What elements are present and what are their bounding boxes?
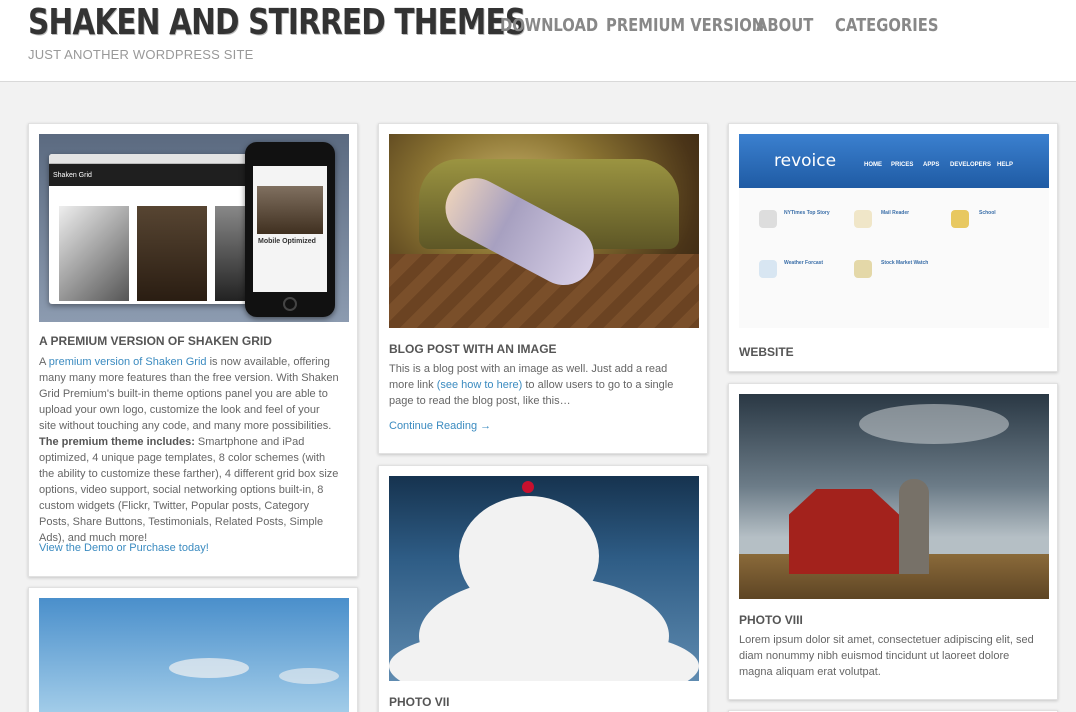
post-excerpt: This is a blog post with an image as wel…	[389, 361, 689, 409]
revoice-app-item: Mail Reader	[881, 210, 910, 216]
nav-download[interactable]: DOWNLOAD	[500, 15, 598, 36]
post-card-photo-viii: PHOTO VIII Lorem ipsum dolor sit amet, c…	[728, 383, 1058, 700]
post-image-sky[interactable]	[39, 598, 349, 712]
post-title[interactable]: PHOTO VIII	[739, 613, 803, 627]
post-title[interactable]: WEBSITE	[739, 345, 794, 359]
phone-caption: Mobile Optimized	[258, 238, 316, 245]
see-how-link[interactable]: (see how to here)	[437, 379, 523, 391]
nav-premium-version[interactable]: PREMIUM VERSION	[606, 15, 764, 36]
nav-about[interactable]: ABOUT	[756, 15, 813, 36]
revoice-logo: revoice	[774, 151, 837, 171]
post-card-photo-vii: PHOTO VII	[378, 465, 708, 712]
desktop-mockup: Shaken Grid	[49, 154, 259, 304]
mockup-window-title: Shaken Grid	[53, 172, 92, 179]
intro-text: A	[39, 356, 49, 368]
post-image-cloud[interactable]	[389, 476, 699, 681]
post-image-woman[interactable]	[389, 134, 699, 328]
site-tagline: JUST ANOTHER WORDPRESS SITE	[28, 47, 254, 62]
revoice-nav-developers: DEVELOPERS	[950, 162, 992, 168]
nav-categories[interactable]: CATEGORIES	[835, 15, 938, 36]
post-card-image: BLOG POST WITH AN IMAGE This is a blog p…	[378, 123, 708, 454]
site-header: SHAKEN AND STIRRED THEMES JUST ANOTHER W…	[0, 0, 1076, 82]
premium-mockup-image[interactable]: Shaken Grid Mobile Optimized	[39, 134, 349, 322]
revoice-nav-apps: APPS	[923, 162, 940, 168]
revoice-nav-prices: PRICES	[891, 162, 914, 168]
post-title[interactable]: PHOTO VII	[389, 695, 449, 709]
revoice-app-item: Stock Market Watch	[881, 260, 929, 266]
post-title[interactable]: A PREMIUM VERSION OF SHAKEN GRID	[39, 334, 272, 348]
phone-home-button-icon	[283, 297, 297, 311]
post-card-sky	[28, 587, 358, 712]
website-screenshot-image[interactable]: revoice HOME PRICES APPS DEVELOPERS HELP…	[739, 134, 1049, 328]
view-demo-link[interactable]: View the Demo or Purchase today!	[39, 540, 339, 556]
revoice-app-item: Weather Forcast	[784, 260, 824, 266]
phone-mockup: Mobile Optimized	[245, 142, 335, 317]
body-text-2: Smartphone and iPad optimized, 4 unique …	[39, 436, 339, 544]
revoice-app-item: School	[979, 210, 996, 216]
post-title[interactable]: BLOG POST WITH AN IMAGE	[389, 342, 557, 356]
revoice-nav-home: HOME	[864, 162, 882, 168]
continue-reading-link[interactable]: Continue Reading →	[389, 418, 689, 434]
post-card-website: revoice HOME PRICES APPS DEVELOPERS HELP…	[728, 123, 1058, 372]
revoice-app-item: NYTimes Top Story	[784, 210, 830, 216]
post-image-barn[interactable]	[739, 394, 1049, 599]
post-card-premium: Shaken Grid Mobile Optimized A PREMIUM V…	[28, 123, 358, 577]
site-title[interactable]: SHAKEN AND STIRRED THEMES	[28, 2, 526, 43]
premium-version-link[interactable]: premium version of Shaken Grid	[49, 356, 207, 368]
post-excerpt: A premium version of Shaken Grid is now …	[39, 354, 339, 546]
includes-label: The premium theme includes:	[39, 436, 195, 448]
post-excerpt: Lorem ipsum dolor sit amet, consectetuer…	[739, 634, 1034, 678]
cherry-icon	[522, 481, 534, 493]
revoice-nav-help: HELP	[997, 162, 1014, 168]
